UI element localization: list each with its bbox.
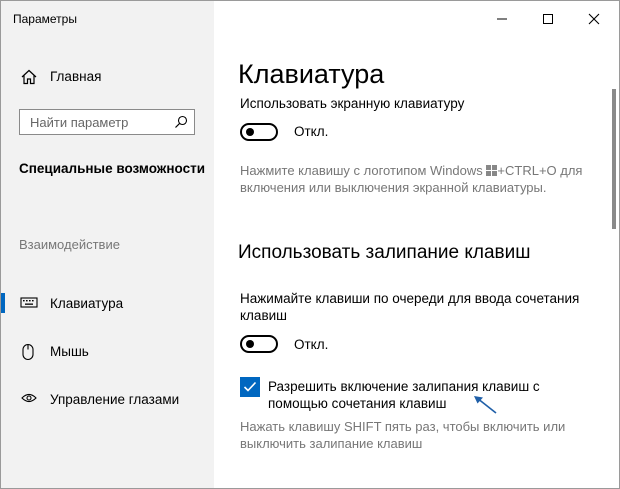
onscreen-keyboard-toggle[interactable] — [240, 123, 278, 141]
onscreen-keyboard-toggle-state: Откл. — [294, 124, 329, 139]
sidebar-item-label: Управление глазами — [50, 392, 180, 407]
sticky-keys-toggle[interactable] — [240, 335, 278, 353]
page-title: Клавиатура — [238, 59, 385, 89]
sidebar-item-label: Клавиатура — [50, 296, 124, 311]
sticky-keys-shortcut-checkbox[interactable] — [240, 377, 260, 397]
sticky-keys-label-line2: клавиш — [240, 308, 287, 323]
maximize-button[interactable] — [525, 1, 571, 35]
close-icon — [588, 13, 600, 25]
search-box — [19, 109, 195, 135]
hint-text: Нажмите клавишу с логотипом Windows — [240, 163, 483, 178]
windows-logo-icon — [486, 165, 498, 176]
onscreen-keyboard-hint: Нажмите клавишу с логотипом Windows +CTR… — [240, 162, 582, 179]
close-button[interactable] — [571, 1, 617, 35]
window-title: Параметры — [13, 12, 77, 26]
eye-control-icon — [20, 391, 38, 412]
sidebar: Параметры Главная Специальные возможност… — [1, 1, 214, 488]
sticky-keys-toggle-state: Откл. — [294, 337, 329, 352]
home-icon — [20, 68, 38, 91]
scrollbar[interactable] — [612, 89, 616, 229]
minimize-button[interactable] — [479, 1, 525, 35]
sidebar-item-label: Мышь — [50, 344, 89, 359]
onscreen-keyboard-hint-line2: включения или выключения экранной клавиа… — [240, 180, 547, 195]
settings-window: Параметры Главная Специальные возможност… — [0, 0, 620, 489]
sticky-keys-label: Нажимайте клавиши по очереди для ввода с… — [240, 291, 580, 306]
checkmark-icon — [243, 381, 257, 392]
maximize-icon — [543, 14, 553, 24]
sidebar-item-mouse[interactable]: Мышь — [1, 337, 214, 365]
section-header[interactable]: Специальные возможности — [19, 161, 205, 176]
minimize-icon — [497, 18, 507, 20]
toggle-knob — [246, 128, 254, 136]
annotation-arrow-icon — [474, 396, 497, 414]
mouse-icon — [20, 343, 36, 366]
onscreen-keyboard-label: Использовать экранную клавиатуру — [240, 96, 465, 111]
keyboard-icon — [20, 295, 38, 314]
toggle-knob — [246, 340, 254, 348]
hint-text: +CTRL+O для — [497, 163, 583, 178]
group-label: Взаимодействие — [19, 237, 120, 252]
sidebar-item-label: Главная — [50, 69, 102, 84]
sticky-keys-hint: Нажать клавишу SHIFT пять раз, чтобы вкл… — [240, 419, 566, 434]
active-indicator — [1, 293, 5, 313]
search-icon[interactable] — [174, 115, 188, 134]
search-input[interactable] — [20, 110, 180, 134]
sticky-keys-hint-line2: выключить залипание клавиш — [240, 436, 423, 451]
sidebar-item-keyboard[interactable]: Клавиатура — [1, 289, 214, 317]
sidebar-item-eye-control[interactable]: Управление глазами — [1, 385, 214, 413]
sidebar-item-home[interactable]: Главная — [1, 63, 214, 91]
sticky-keys-heading: Использовать залипание клавиш — [238, 242, 531, 263]
checkbox-label-line: Разрешить включение залипания клавиш с — [268, 379, 540, 394]
